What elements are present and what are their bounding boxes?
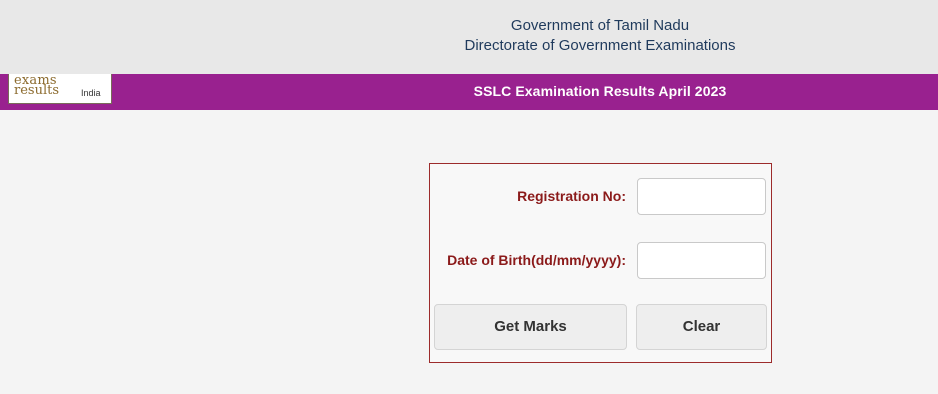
results-form: Registration No: Date of Birth(dd/mm/yyy… [429, 163, 772, 363]
title-banner: exams results India SSLC Examination Res… [0, 74, 938, 110]
get-marks-button[interactable]: Get Marks [434, 304, 627, 350]
logo-word-results: results [14, 83, 60, 98]
registration-number-label: Registration No: [517, 188, 626, 204]
logo-word-india: India [81, 88, 101, 98]
directorate-title: Directorate of Government Examinations [464, 37, 736, 54]
date-of-birth-input[interactable] [637, 242, 766, 279]
clear-button[interactable]: Clear [636, 304, 767, 350]
top-header: Government of Tamil Nadu Directorate of … [0, 0, 938, 74]
date-of-birth-label: Date of Birth(dd/mm/yyyy): [447, 252, 626, 268]
exams-results-logo[interactable]: exams results India [8, 74, 112, 104]
government-title: Government of Tamil Nadu [510, 17, 690, 34]
results-page-title: SSLC Examination Results April 2023 [473, 83, 727, 99]
registration-number-input[interactable] [637, 178, 766, 215]
